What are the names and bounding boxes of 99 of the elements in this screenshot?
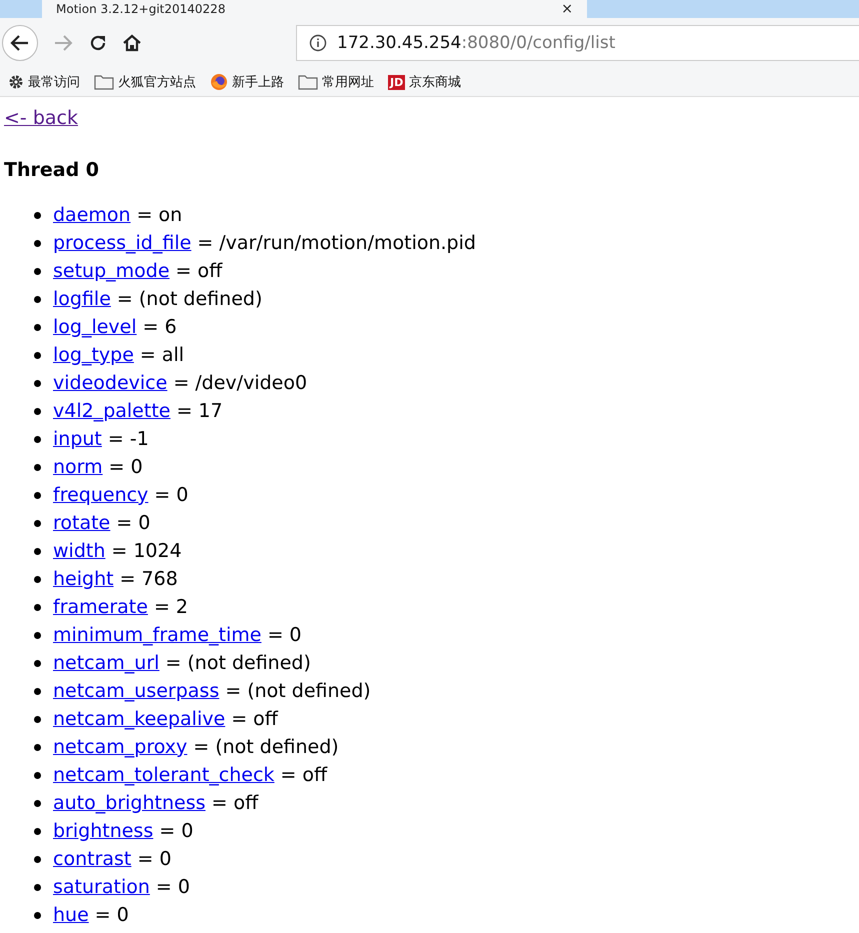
setting-value: = 0 bbox=[137, 848, 172, 870]
setting-value: = (not defined) bbox=[165, 652, 311, 674]
setting-value: = (not defined) bbox=[225, 680, 371, 702]
setting-link[interactable]: process_id_file bbox=[53, 232, 192, 254]
browser-tab[interactable]: Motion 3.2.12+git20140228 × bbox=[42, 0, 587, 18]
section-heading: Thread 0 bbox=[4, 159, 100, 181]
setting-value: = (not defined) bbox=[193, 736, 339, 758]
bullet bbox=[34, 464, 41, 470]
setting-value: = 0 bbox=[156, 876, 190, 898]
folder-icon bbox=[94, 74, 114, 90]
bookmark-item[interactable]: 火狐官方站点 bbox=[94, 73, 196, 91]
setting-link[interactable]: v4l2_palette bbox=[53, 400, 170, 422]
bullet bbox=[34, 296, 41, 302]
setting-link[interactable]: setup_mode bbox=[53, 260, 170, 282]
bullet bbox=[34, 520, 41, 526]
setting-link[interactable]: netcam_tolerant_check bbox=[53, 764, 274, 786]
setting-link[interactable]: rotate bbox=[53, 512, 110, 534]
setting-link[interactable]: minimum_frame_time bbox=[53, 624, 262, 646]
setting-link[interactable]: brightness bbox=[53, 820, 154, 842]
setting-value: = off bbox=[176, 260, 222, 282]
home-icon[interactable] bbox=[122, 33, 142, 53]
setting-link[interactable]: videodevice bbox=[53, 372, 168, 394]
bullet bbox=[34, 380, 41, 386]
setting-link[interactable]: height bbox=[53, 568, 114, 590]
gear-icon bbox=[8, 74, 24, 90]
bullet bbox=[34, 744, 41, 750]
setting-link[interactable]: log_level bbox=[53, 316, 137, 338]
setting-value: = 2 bbox=[154, 596, 188, 618]
setting-link[interactable]: frequency bbox=[53, 484, 148, 506]
back-button[interactable] bbox=[2, 25, 38, 61]
setting-value: = 0 bbox=[94, 904, 129, 926]
folder-icon bbox=[298, 74, 318, 90]
setting-value: = off bbox=[212, 792, 258, 814]
setting-value: = 0 bbox=[159, 820, 194, 842]
setting-link[interactable]: contrast bbox=[53, 848, 132, 870]
setting-value: = 1024 bbox=[111, 540, 182, 562]
setting-link[interactable]: daemon bbox=[53, 204, 131, 226]
tab-title: Motion 3.2.12+git20140228 bbox=[56, 2, 226, 16]
bullet bbox=[34, 492, 41, 498]
address-field[interactable]: 172.30.45.254:8080/0/config/list bbox=[296, 25, 859, 61]
setting-link[interactable]: netcam_proxy bbox=[53, 736, 188, 758]
bullet bbox=[34, 324, 41, 330]
setting-link[interactable]: auto_brightness bbox=[53, 792, 206, 814]
jd-badge: JD bbox=[388, 74, 406, 90]
setting-value: = 0 bbox=[267, 624, 302, 646]
bullet bbox=[34, 632, 41, 638]
setting-value: = on bbox=[136, 204, 182, 226]
setting-value: = 6 bbox=[142, 316, 177, 338]
bullet bbox=[34, 912, 41, 918]
bullet bbox=[34, 604, 41, 610]
setting-value: = 0 bbox=[116, 512, 150, 534]
bullet bbox=[34, 716, 41, 722]
setting-link[interactable]: logfile bbox=[53, 288, 111, 310]
browser-logo bbox=[210, 73, 228, 91]
setting-value: = -1 bbox=[108, 428, 149, 450]
setting-link[interactable]: netcam_keepalive bbox=[53, 708, 226, 730]
setting-value: = 768 bbox=[120, 568, 178, 590]
bullet bbox=[34, 828, 41, 834]
bullet bbox=[34, 660, 41, 666]
setting-value: = 0 bbox=[154, 484, 188, 506]
bullet bbox=[34, 212, 41, 218]
setting-link[interactable]: width bbox=[53, 540, 106, 562]
setting-value: = off bbox=[280, 764, 328, 786]
setting-value: = (not defined) bbox=[116, 288, 262, 310]
bullet bbox=[34, 436, 41, 442]
setting-value: = all bbox=[140, 344, 184, 366]
bullet bbox=[34, 268, 41, 274]
setting-link[interactable]: framerate bbox=[53, 596, 148, 618]
setting-value: = off bbox=[231, 708, 278, 730]
setting-value: = 17 bbox=[176, 400, 223, 422]
bullet bbox=[34, 352, 41, 358]
bullet bbox=[34, 884, 41, 890]
reload-icon[interactable] bbox=[88, 33, 108, 53]
bullet bbox=[34, 548, 41, 554]
setting-link[interactable]: log_type bbox=[53, 344, 134, 366]
setting-value: = /dev/video0 bbox=[173, 372, 308, 394]
info-icon[interactable] bbox=[309, 34, 327, 52]
setting-link[interactable]: netcam_url bbox=[53, 652, 160, 674]
bullet bbox=[34, 240, 41, 246]
bullet bbox=[34, 688, 41, 694]
setting-value: = /var/run/motion/motion.pid bbox=[197, 232, 476, 254]
bullet bbox=[34, 408, 41, 414]
setting-link[interactable]: norm bbox=[53, 456, 103, 478]
bookmark-item[interactable]: 常用网址 bbox=[298, 73, 374, 91]
back-link[interactable]: <- back bbox=[4, 107, 78, 129]
bullet bbox=[34, 856, 41, 862]
bullet bbox=[34, 800, 41, 806]
setting-link[interactable]: input bbox=[53, 428, 102, 450]
url-text: 172.30.45.254:8080/0/config/list bbox=[337, 33, 616, 53]
setting-link[interactable]: saturation bbox=[53, 876, 150, 898]
bookmark-item[interactable]: JD 京东商城 bbox=[388, 73, 462, 91]
bookmark-item[interactable]: 最常访问 bbox=[8, 73, 80, 91]
setting-value: = 0 bbox=[108, 456, 143, 478]
bullet bbox=[34, 772, 41, 778]
bullet bbox=[34, 576, 41, 582]
setting-link[interactable]: netcam_userpass bbox=[53, 680, 220, 702]
setting-link[interactable]: hue bbox=[53, 904, 89, 926]
close-tab-button[interactable]: × bbox=[561, 1, 573, 17]
bookmark-item[interactable]: 新手上路 bbox=[210, 73, 284, 91]
